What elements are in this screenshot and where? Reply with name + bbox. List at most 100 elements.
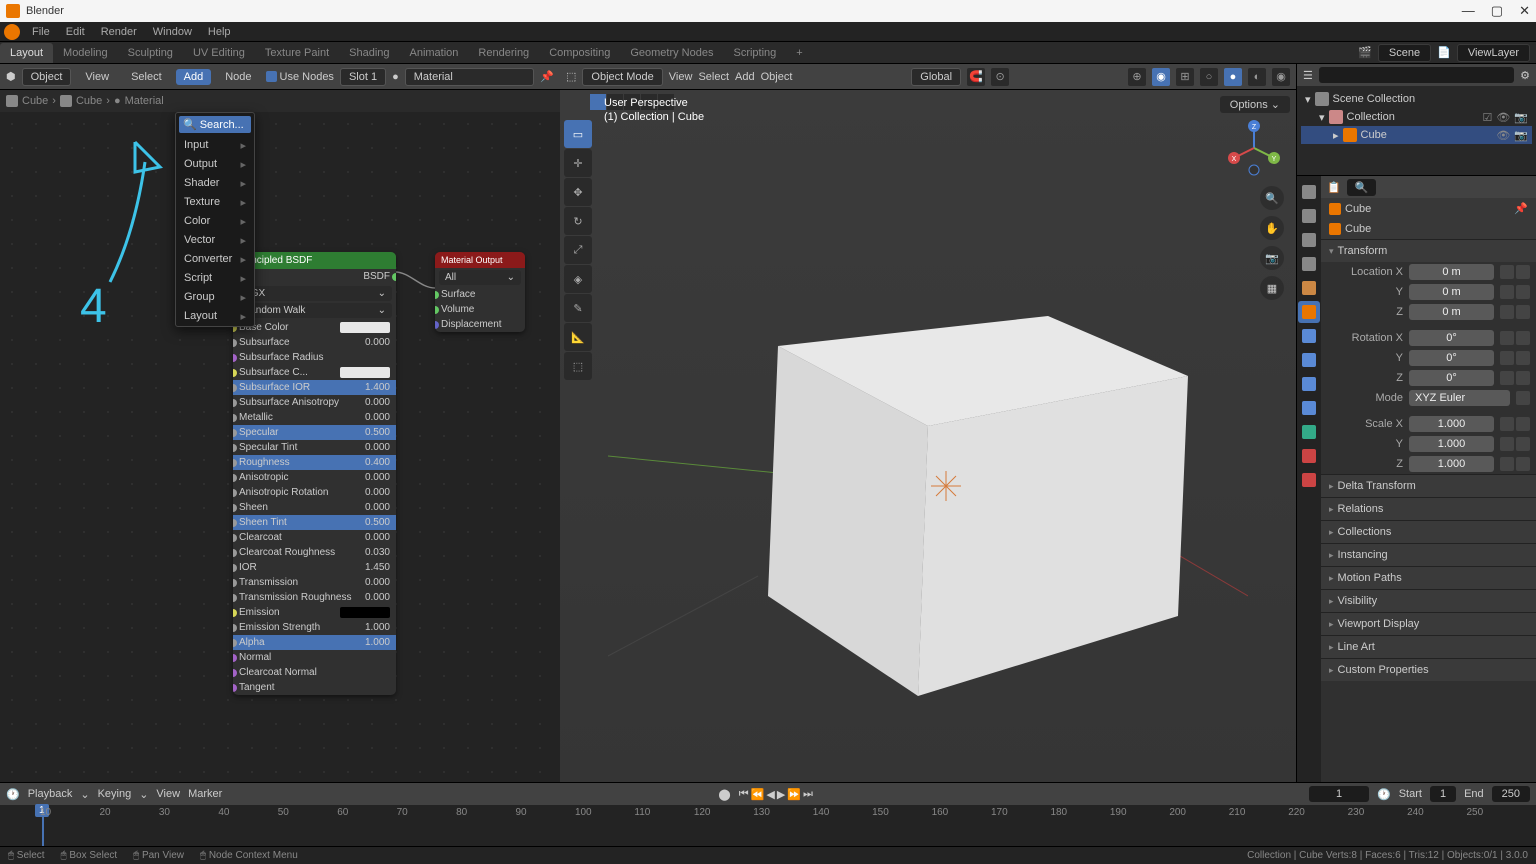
bsdf-transmission-roughness[interactable]: Transmission Roughness0.000	[233, 590, 396, 605]
bsdf-transmission[interactable]: Transmission0.000	[233, 575, 396, 590]
bsdf-specular[interactable]: Specular0.500	[233, 425, 396, 440]
vp-add[interactable]: Add	[735, 71, 755, 83]
bsdf-subsurface-c-[interactable]: Subsurface C...	[233, 365, 396, 380]
mout-target[interactable]: All⌄	[439, 270, 521, 285]
add-layout[interactable]: Layout▸	[176, 307, 254, 326]
prop-scene-icon[interactable]	[1298, 253, 1320, 275]
panel-instancing[interactable]: ▸Instancing	[1321, 544, 1536, 566]
prop-search[interactable]: 🔍	[1347, 179, 1377, 196]
bsdf-anisotropic[interactable]: Anisotropic0.000	[233, 470, 396, 485]
add-input[interactable]: Input▸	[176, 136, 254, 155]
outliner-icon[interactable]: ☰	[1303, 69, 1313, 82]
add-converter[interactable]: Converter▸	[176, 250, 254, 269]
outliner-search[interactable]	[1319, 67, 1514, 83]
cube-mesh[interactable]	[608, 116, 1248, 756]
end-frame[interactable]: 250	[1492, 786, 1530, 802]
outliner-cube[interactable]: ▸Cube👁📷	[1301, 126, 1532, 144]
tool-rotate-icon[interactable]: ↻	[564, 207, 592, 235]
bsdf-base-color[interactable]: Base Color	[233, 320, 396, 335]
shader-editor-icon[interactable]: ⬢	[6, 70, 16, 83]
start-frame[interactable]: 1	[1430, 786, 1456, 802]
tab-texpaint[interactable]: Texture Paint	[255, 43, 339, 63]
tab-shading[interactable]: Shading	[339, 43, 399, 63]
scale-y[interactable]: 1.000	[1409, 436, 1494, 452]
add-output[interactable]: Output▸	[176, 155, 254, 174]
scene-field[interactable]: Scene	[1378, 44, 1431, 62]
shading-wire-icon[interactable]: ○	[1200, 68, 1218, 86]
minimize-icon[interactable]: —	[1462, 3, 1475, 19]
bsdf-sheen-tint[interactable]: Sheen Tint0.500	[233, 515, 396, 530]
bsdf-clearcoat[interactable]: Clearcoat0.000	[233, 530, 396, 545]
prop-data-icon[interactable]	[1298, 421, 1320, 443]
tab-scripting[interactable]: Scripting	[723, 43, 786, 63]
bsdf-clearcoat-roughness[interactable]: Clearcoat Roughness0.030	[233, 545, 396, 560]
panel-motion-paths[interactable]: ▸Motion Paths	[1321, 567, 1536, 589]
play-rev-icon[interactable]: ◀	[766, 788, 774, 801]
bsdf-metallic[interactable]: Metallic0.000	[233, 410, 396, 425]
bsdf-alpha[interactable]: Alpha1.000	[233, 635, 396, 650]
add-group[interactable]: Group▸	[176, 288, 254, 307]
tab-uv[interactable]: UV Editing	[183, 43, 255, 63]
overlays-icon[interactable]: ◉	[1152, 68, 1170, 86]
scale-z[interactable]: 1.000	[1409, 456, 1494, 472]
menu-window[interactable]: Window	[145, 24, 200, 40]
tl-marker[interactable]: Marker	[188, 788, 222, 800]
tab-layout[interactable]: Layout	[0, 43, 53, 63]
bsdf-roughness[interactable]: Roughness0.400	[233, 455, 396, 470]
snap-icon[interactable]: 🧲	[967, 68, 985, 86]
node-material-output[interactable]: Material Output All⌄ Surface Volume Disp…	[435, 252, 525, 332]
panel-line-art[interactable]: ▸Line Art	[1321, 636, 1536, 658]
clock-icon[interactable]: 🕐	[1377, 788, 1391, 801]
tl-playback[interactable]: Playback	[28, 788, 73, 800]
tab-geonodes[interactable]: Geometry Nodes	[620, 43, 723, 63]
node-node[interactable]: Node	[217, 69, 259, 85]
prop-name-field[interactable]: Cube	[1321, 219, 1536, 239]
tab-compositing[interactable]: Compositing	[539, 43, 620, 63]
add-color[interactable]: Color▸	[176, 212, 254, 231]
vp-object[interactable]: Object	[761, 71, 793, 83]
outliner-collection[interactable]: ▾Collection☑👁📷	[1301, 108, 1532, 126]
prop-render-icon[interactable]	[1298, 181, 1320, 203]
panel-collections[interactable]: ▸Collections	[1321, 521, 1536, 543]
filter-icon[interactable]: ⚙	[1520, 69, 1530, 82]
bsdf-subsurface-radius[interactable]: Subsurface Radius	[233, 350, 396, 365]
viewlayer-field[interactable]: ViewLayer	[1457, 44, 1530, 62]
prop-editor-icon[interactable]: 📋	[1327, 181, 1341, 194]
add-texture[interactable]: Texture▸	[176, 193, 254, 212]
bsdf-subsurf-method[interactable]: Random Walk⌄	[237, 303, 392, 318]
bsdf-subsurface-anisotropy[interactable]: Subsurface Anisotropy0.000	[233, 395, 396, 410]
interaction-mode[interactable]: Object Mode	[582, 68, 662, 86]
menu-file[interactable]: File	[24, 24, 58, 40]
panel-delta-transform[interactable]: ▸Delta Transform	[1321, 475, 1536, 497]
gizmo-toggle-icon[interactable]: ⊕	[1128, 68, 1146, 86]
bsdf-sheen[interactable]: Sheen0.000	[233, 500, 396, 515]
rot-mode[interactable]: XYZ Euler	[1409, 390, 1510, 406]
tl-view[interactable]: View	[156, 788, 180, 800]
node-add[interactable]: Add	[176, 69, 212, 85]
prop-particles-icon[interactable]	[1298, 349, 1320, 371]
zoom-icon[interactable]: 🔍	[1260, 186, 1284, 210]
add-shader[interactable]: Shader▸	[176, 174, 254, 193]
shading-matpreview-icon[interactable]: ◐	[1248, 68, 1266, 86]
outliner-scene[interactable]: ▾Scene Collection	[1301, 90, 1532, 108]
prop-constraint-icon[interactable]	[1298, 397, 1320, 419]
rot-z[interactable]: 0°	[1409, 370, 1494, 386]
bsdf-emission-strength[interactable]: Emission Strength1.000	[233, 620, 396, 635]
perspective-icon[interactable]: ▦	[1260, 276, 1284, 300]
close-icon[interactable]: ✕	[1519, 3, 1530, 19]
lock-icon[interactable]	[1500, 265, 1514, 279]
loc-z[interactable]: 0 m	[1409, 304, 1494, 320]
menu-help[interactable]: Help	[200, 24, 239, 40]
current-frame[interactable]: 1	[1309, 786, 1369, 802]
tab-sculpting[interactable]: Sculpting	[118, 43, 183, 63]
bsdf-tangent[interactable]: Tangent	[233, 680, 396, 695]
camera-icon[interactable]: 📷	[1260, 246, 1284, 270]
scale-x[interactable]: 1.000	[1409, 416, 1494, 432]
bsdf-normal[interactable]: Normal	[233, 650, 396, 665]
autokey-icon[interactable]: ⬤	[718, 788, 730, 801]
viewport-editor-icon[interactable]: ⬚	[566, 70, 576, 83]
prop-modifier-icon[interactable]	[1298, 325, 1320, 347]
loc-x[interactable]: 0 m	[1409, 264, 1494, 280]
tool-select-icon[interactable]: ▭	[564, 120, 592, 148]
bsdf-header[interactable]: Principled BSDF	[233, 252, 396, 269]
